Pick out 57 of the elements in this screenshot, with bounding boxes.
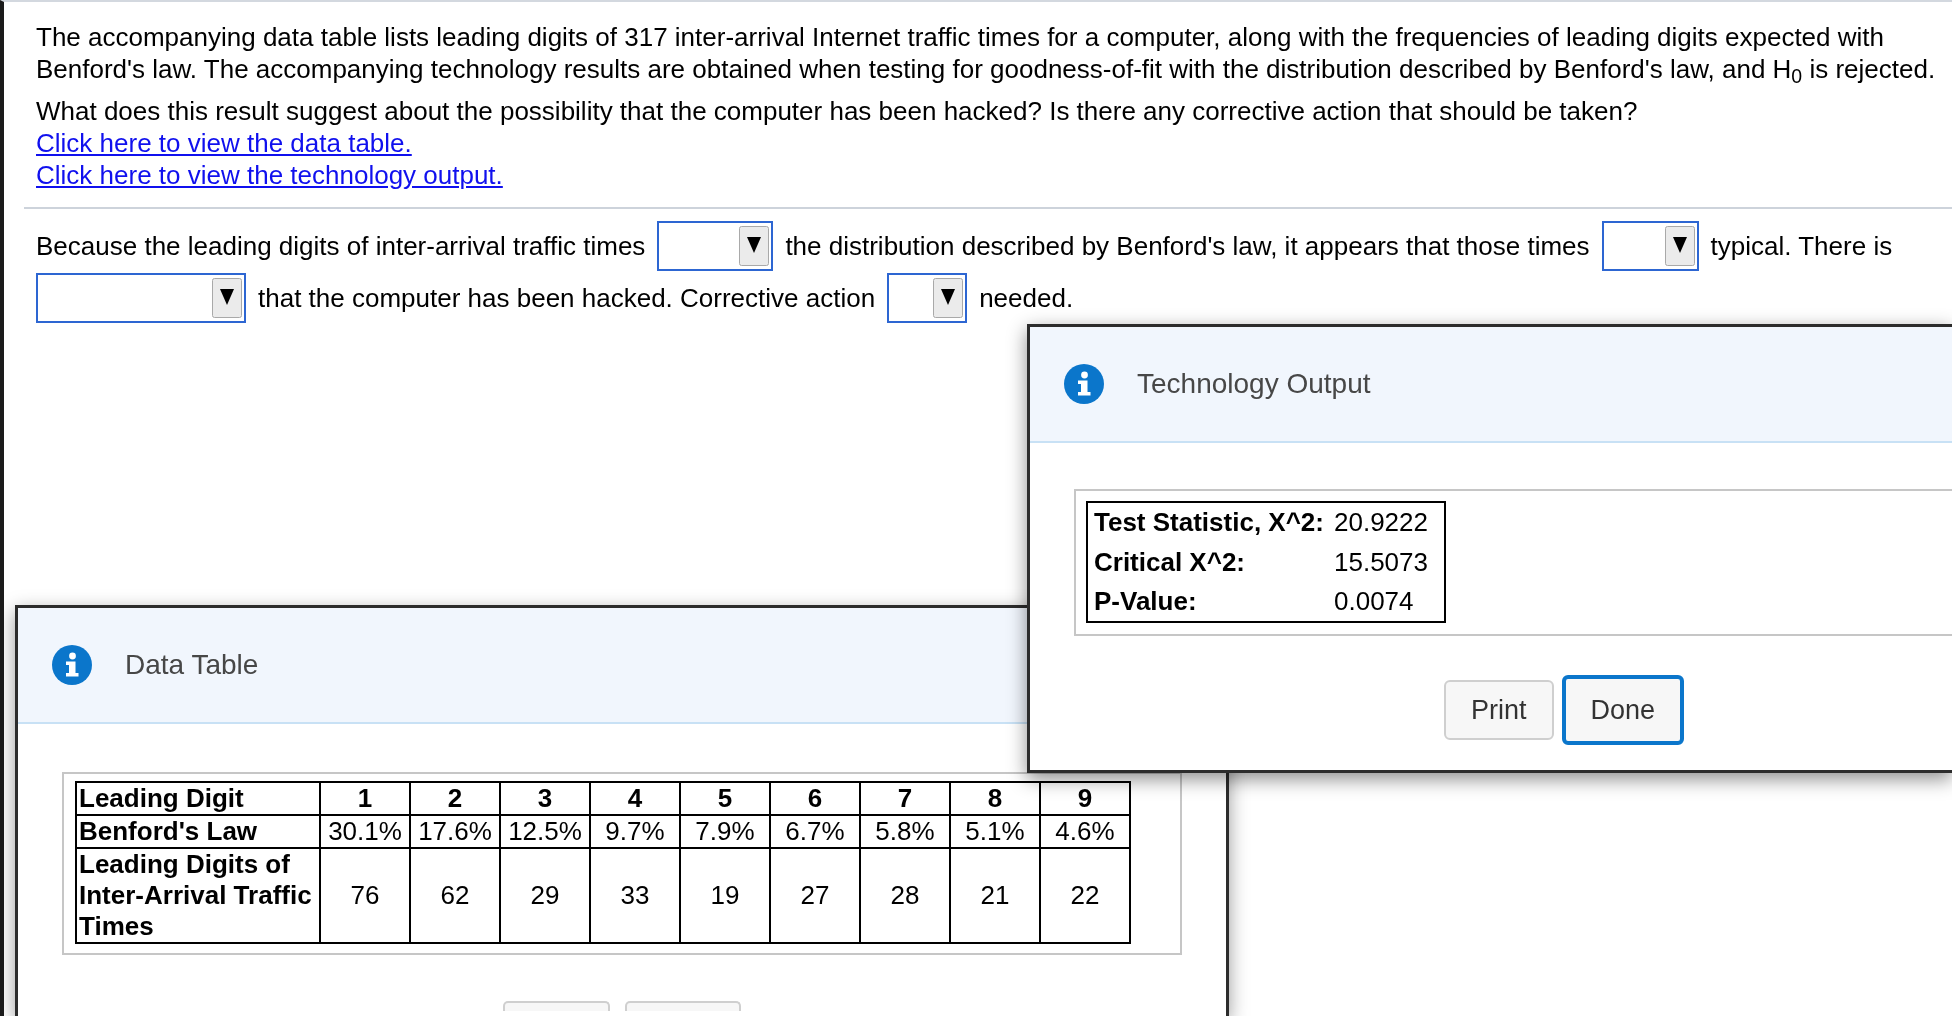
link[interactable]: Click here to view the data table. [36, 127, 412, 159]
table-cell: 29 [500, 848, 590, 943]
column-header-cell: 3 [500, 782, 590, 815]
row-header-cell: Leading Digit [76, 782, 320, 815]
statistic-label: Test Statistic, X^2: [1087, 502, 1334, 542]
row-header-cell: Leading Digits of Inter-Arrival Traffic Times [76, 848, 320, 943]
table-cell: 5.1% [950, 815, 1040, 848]
dialog-title: Data Table [125, 648, 259, 682]
answer-text: typical. There is [1710, 230, 1893, 262]
table-cell: 76 [320, 848, 410, 943]
caret-down-icon [1664, 226, 1695, 266]
table-cell: 12.5% [500, 815, 590, 848]
table-cell: 6.7% [770, 815, 860, 848]
statistic-value: 0.0074 [1334, 582, 1445, 622]
column-header-cell: 4 [590, 782, 680, 815]
column-header-cell: 2 [410, 782, 500, 815]
answer-text: Because the leading digits of inter-arrival traffic times [36, 230, 646, 262]
focused-button[interactable]: Done [1561, 675, 1685, 745]
caret-down-icon [933, 278, 964, 318]
column-header-cell: 1 [320, 782, 410, 815]
table-cell: 28 [860, 848, 950, 943]
statistic-value: 15.5073 [1334, 542, 1445, 582]
row-header-cell: Benford's Law [76, 815, 320, 848]
column-header-cell: 9 [1040, 782, 1130, 815]
table-cell: 7.9% [680, 815, 770, 848]
table-cell: 5.8% [860, 815, 950, 848]
button[interactable]: Print [1444, 680, 1554, 740]
answer-text: needed. [979, 282, 1074, 314]
statistic-value: 20.9222 [1334, 502, 1445, 542]
caret-down-icon [212, 278, 242, 318]
column-header-cell: 7 [860, 782, 950, 815]
caret-down-icon [739, 226, 770, 266]
table-cell: 9.7% [590, 815, 680, 848]
table-cell: 30.1% [320, 815, 410, 848]
table-cell: 27 [770, 848, 860, 943]
column-header-cell: 5 [680, 782, 770, 815]
table-cell: 21 [950, 848, 1040, 943]
info-icon [1064, 364, 1104, 404]
answer-text: the distribution described by Benford's law, it appears that those times [785, 230, 1590, 262]
link[interactable]: Click here to view the technology output. [36, 159, 503, 191]
statistic-label: P-Value: [1087, 582, 1334, 622]
column-header-cell: 6 [770, 782, 860, 815]
question-text: What does this result suggest about the possibility that the computer has been hacked? Is there any corrective action that should be taken? [36, 95, 1639, 127]
table-cell: 22 [1040, 848, 1130, 943]
table-cell: 33 [590, 848, 680, 943]
column-header-cell: 8 [950, 782, 1040, 815]
info-icon [52, 645, 92, 685]
question-text: The accompanying data table lists leading digits of 317 inter-arrival Internet traffic times for a computer, along with the frequencies of leading digits expected with Benford's law. The accompanying technology results are obtained when testing for goodness-of-fit with the distribution described by Benford's law, and H$_{0}$ is rejected. [36, 21, 1937, 85]
answer-text: that the computer has been hacked. Corrective action [258, 282, 876, 314]
dropdown[interactable] [1601, 221, 1699, 271]
table-cell: 19 [680, 848, 770, 943]
table-cell: 17.6% [410, 815, 500, 848]
dropdown[interactable] [887, 273, 968, 323]
table-cell: 4.6% [1040, 815, 1130, 848]
statistic-label: Critical X^2: [1087, 542, 1334, 582]
table-cell: 62 [410, 848, 500, 943]
dialog-title: Technology Output [1137, 367, 1371, 401]
